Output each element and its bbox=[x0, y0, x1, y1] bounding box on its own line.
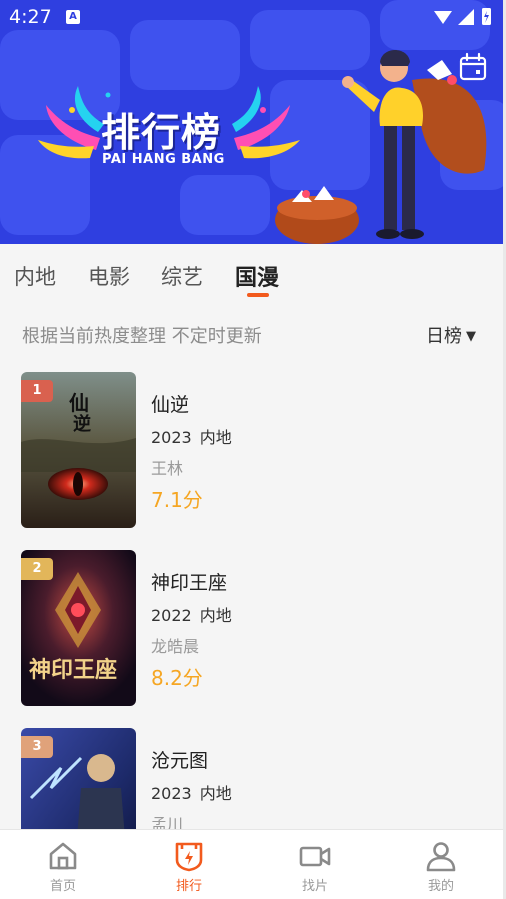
tab-anime[interactable]: 国漫 bbox=[235, 260, 279, 292]
item-score: 8.2分 bbox=[151, 666, 203, 690]
nav-profile[interactable]: 我的 bbox=[378, 830, 504, 899]
item-author: 龙皓晨 bbox=[151, 637, 200, 656]
banner-subtitle: PAI HANG BANG bbox=[102, 152, 225, 167]
item-score: 7.1分 bbox=[151, 488, 203, 512]
item-author: 王林 bbox=[151, 459, 184, 478]
ranking-logo: 排行榜 PAI HANG BANG bbox=[38, 80, 300, 180]
rank-badge: 2 bbox=[21, 558, 53, 580]
notification-icon: A bbox=[66, 10, 80, 24]
tab-mainland[interactable]: 内地 bbox=[14, 261, 56, 291]
wifi-icon bbox=[434, 11, 452, 24]
tab-movie[interactable]: 电影 bbox=[88, 261, 130, 291]
category-tabs: 内地 电影 综艺 国漫 bbox=[0, 244, 506, 302]
nav-ranking[interactable]: 排行 bbox=[126, 830, 252, 899]
ranking-shield-icon bbox=[175, 842, 203, 872]
svg-text:逆: 逆 bbox=[73, 413, 91, 435]
nav-ranking-label: 排行 bbox=[175, 879, 202, 894]
nav-discover[interactable]: 找片 bbox=[252, 830, 378, 899]
ranking-subheader: 根据当前热度整理 不定时更新 日榜 ▼ bbox=[0, 302, 506, 362]
list-item[interactable]: 3 沧元图 2023 内地 孟川 bbox=[0, 718, 506, 829]
item-region: 内地 bbox=[199, 606, 232, 625]
item-year: 2023 bbox=[151, 784, 192, 803]
svg-text:仙: 仙 bbox=[69, 391, 89, 415]
home-icon bbox=[49, 842, 77, 870]
status-bar: 4:27 A bbox=[0, 0, 506, 34]
nav-profile-label: 我的 bbox=[427, 879, 454, 894]
rank-badge: 1 bbox=[21, 380, 53, 402]
ranking-list: 仙 逆 1 仙逆 2023 内地 王林 7.1分 神印王座 2 神印王座 202… bbox=[0, 362, 506, 829]
item-author: 孟川 bbox=[151, 815, 184, 829]
ranking-description: 根据当前热度整理 不定时更新 bbox=[22, 326, 262, 347]
item-region: 内地 bbox=[199, 784, 232, 803]
poster-image: 仙 逆 1 bbox=[21, 372, 136, 528]
svg-text:神印王座: 神印王座 bbox=[29, 657, 117, 683]
bottom-navigation: 首页 排行 找片 我的 bbox=[0, 829, 506, 899]
item-region: 内地 bbox=[199, 428, 232, 447]
list-item[interactable]: 神印王座 2 神印王座 2022 内地 龙皓晨 8.2分 bbox=[0, 540, 506, 718]
caret-down-icon: ▼ bbox=[466, 329, 476, 344]
banner-title: 排行榜 bbox=[101, 111, 222, 156]
nav-home-label: 首页 bbox=[49, 879, 76, 894]
item-meta: 2023 内地 bbox=[151, 780, 232, 804]
item-title: 沧元图 bbox=[151, 750, 209, 772]
poster-image: 神印王座 2 bbox=[21, 550, 136, 706]
item-title: 神印王座 bbox=[151, 572, 228, 594]
tab-variety[interactable]: 综艺 bbox=[161, 261, 203, 291]
item-title: 仙逆 bbox=[151, 394, 190, 416]
list-item[interactable]: 仙 逆 1 仙逆 2023 内地 王林 7.1分 bbox=[0, 362, 506, 540]
item-meta: 2023 内地 bbox=[151, 424, 232, 448]
item-year: 2022 bbox=[151, 606, 192, 625]
rank-type-label: 日榜 bbox=[426, 326, 462, 347]
status-time: 4:27 bbox=[9, 6, 52, 28]
nav-discover-label: 找片 bbox=[301, 879, 328, 894]
status-icons bbox=[434, 8, 491, 25]
poster-image: 3 bbox=[21, 728, 136, 829]
item-meta: 2022 内地 bbox=[151, 602, 232, 626]
item-year: 2023 bbox=[151, 428, 192, 447]
active-tab-indicator bbox=[247, 293, 269, 297]
video-camera-icon bbox=[299, 846, 331, 867]
rank-badge: 3 bbox=[21, 736, 53, 758]
signal-icon bbox=[458, 9, 474, 25]
user-icon bbox=[426, 842, 456, 872]
banner-tile bbox=[180, 175, 270, 235]
illustration-person-with-bag bbox=[275, 50, 487, 244]
rank-type-dropdown[interactable]: 日榜 ▼ bbox=[426, 322, 476, 348]
nav-home[interactable]: 首页 bbox=[0, 830, 126, 899]
header-banner: 4:27 A 排行榜 PAI HANG BANG bbox=[0, 0, 506, 244]
